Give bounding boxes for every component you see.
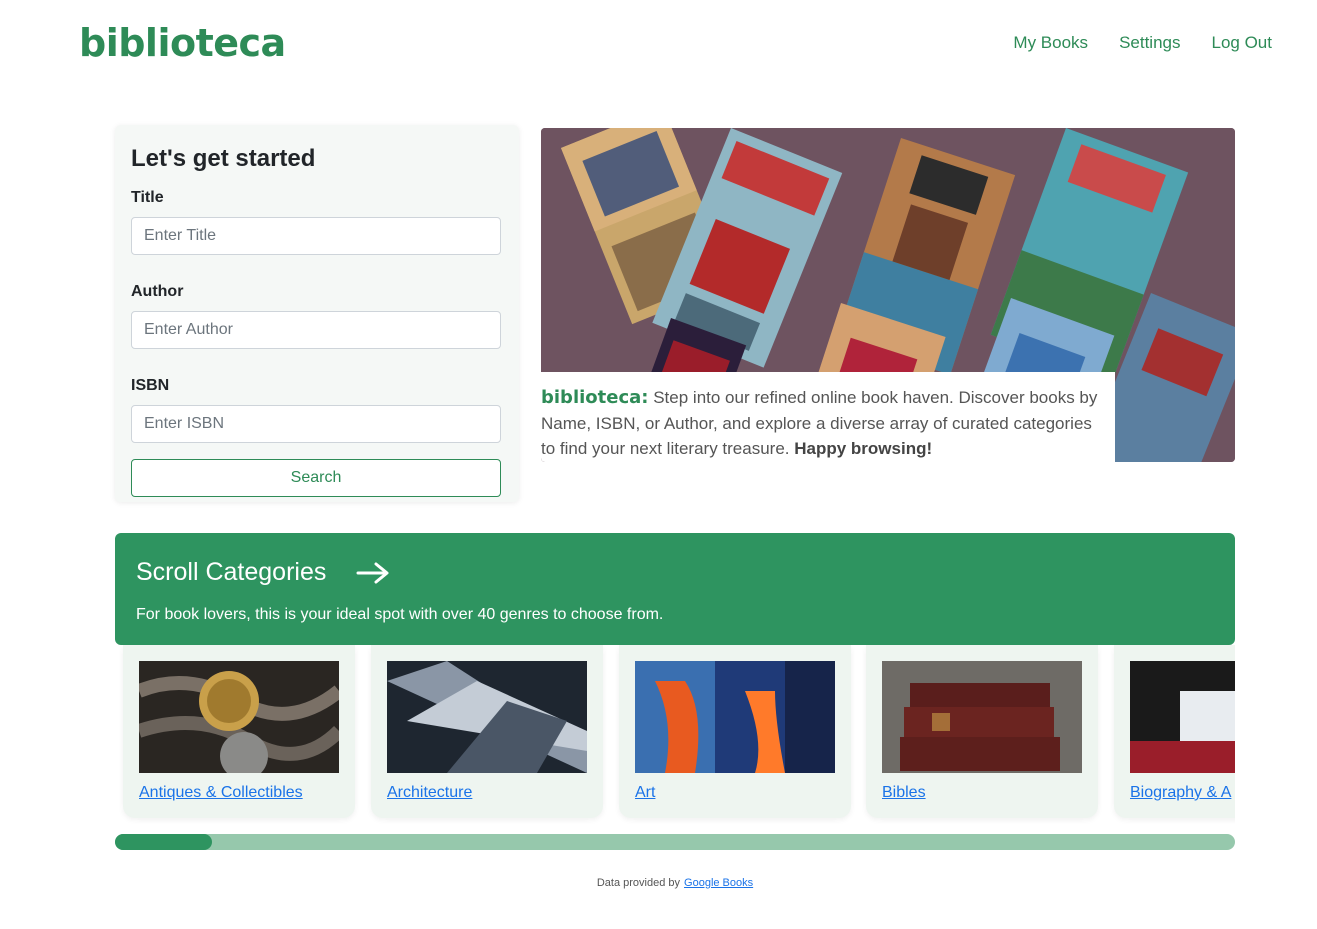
nav-log-out[interactable]: Log Out bbox=[1212, 33, 1273, 53]
search-form-card: Let's get started Title Author ISBN Sear… bbox=[115, 125, 519, 502]
building-image bbox=[387, 661, 587, 773]
categories-banner: Scroll Categories For book lovers, this … bbox=[115, 533, 1235, 645]
caption-bold-text: Happy browsing! bbox=[794, 439, 933, 458]
categories-carousel[interactable]: Antiques & Collectibles Architecture Art bbox=[115, 645, 1235, 825]
category-card-bibles[interactable]: Bibles bbox=[866, 645, 1098, 818]
brand-logo[interactable]: biblioteca bbox=[79, 21, 286, 65]
category-card-art[interactable]: Art bbox=[619, 645, 851, 818]
hero-banner: biblioteca: Step into our refined online… bbox=[541, 128, 1235, 462]
categories-title: Scroll Categories bbox=[136, 558, 327, 586]
category-link-antiques[interactable]: Antiques & Collectibles bbox=[139, 784, 303, 802]
title-input[interactable] bbox=[131, 217, 501, 255]
categories-heading: Scroll Categories bbox=[136, 558, 1214, 587]
category-link-art[interactable]: Art bbox=[635, 784, 655, 802]
top-nav: My Books Settings Log Out bbox=[1013, 33, 1272, 53]
category-link-biography[interactable]: Biography & A bbox=[1130, 784, 1231, 802]
book-image bbox=[1130, 661, 1235, 773]
bible-stack-image bbox=[882, 661, 1082, 773]
form-heading: Let's get started bbox=[131, 145, 316, 172]
category-scrollbar-thumb[interactable] bbox=[115, 834, 213, 850]
google-books-link[interactable]: Google Books bbox=[684, 877, 753, 889]
caption-brand: biblioteca: bbox=[541, 387, 649, 408]
footer: Data provided by Google Books bbox=[0, 877, 1317, 889]
categories-subtitle: For book lovers, this is your ideal spot… bbox=[136, 606, 664, 623]
footer-prefix: Data provided by bbox=[596, 877, 681, 889]
category-card-biography[interactable]: Biography & A bbox=[1114, 645, 1235, 818]
category-card-architecture[interactable]: Architecture bbox=[371, 645, 603, 818]
nav-settings[interactable]: Settings bbox=[1119, 33, 1180, 53]
arrow-right-icon[interactable] bbox=[356, 562, 390, 584]
nav-my-books[interactable]: My Books bbox=[1013, 33, 1088, 53]
author-input[interactable] bbox=[131, 311, 501, 349]
painting-image bbox=[635, 661, 835, 773]
title-label: Title bbox=[131, 189, 164, 206]
author-label: Author bbox=[131, 283, 184, 300]
category-card-antiques[interactable]: Antiques & Collectibles bbox=[123, 645, 355, 818]
coins-image bbox=[139, 661, 339, 773]
category-link-bibles[interactable]: Bibles bbox=[882, 784, 926, 802]
category-link-architecture[interactable]: Architecture bbox=[387, 784, 472, 802]
isbn-label: ISBN bbox=[131, 377, 170, 394]
hero-caption: biblioteca: Step into our refined online… bbox=[541, 372, 1115, 462]
search-button[interactable]: Search bbox=[131, 459, 501, 497]
isbn-input[interactable] bbox=[131, 405, 501, 443]
category-scrollbar[interactable] bbox=[115, 834, 1235, 850]
